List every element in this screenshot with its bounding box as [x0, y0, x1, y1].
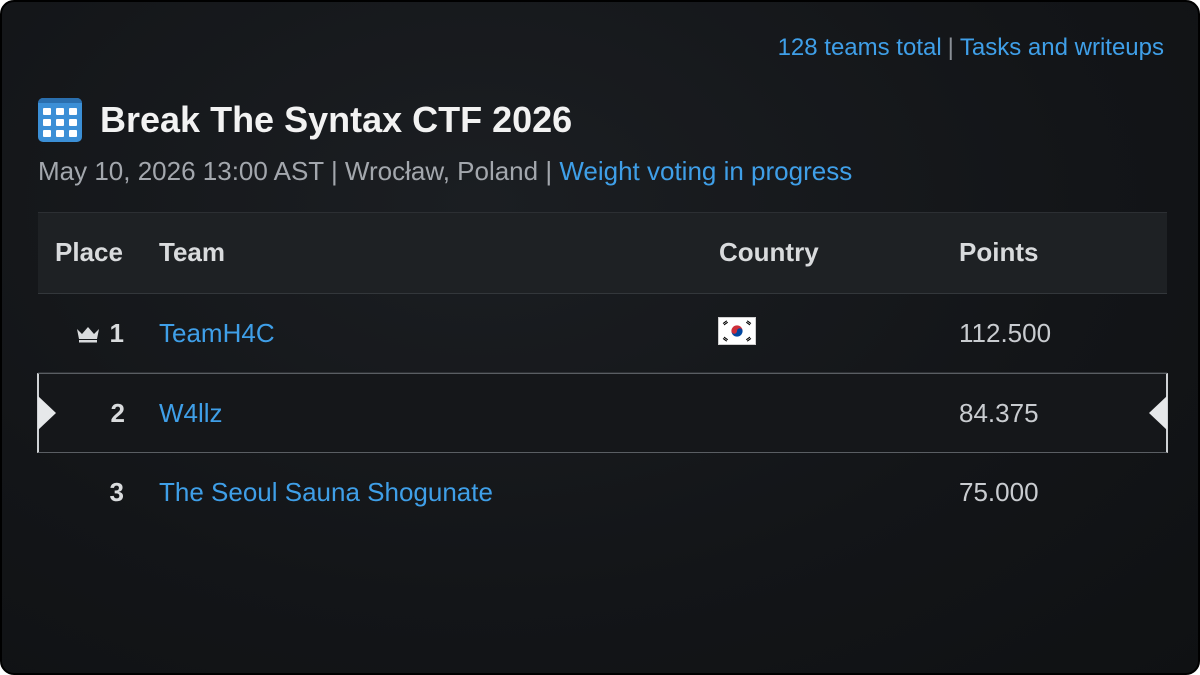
calendar-icon: [38, 98, 82, 142]
app-frame: 128 teams total | Tasks and writeups Break…: [0, 0, 1200, 675]
table-header: Place Team Country Points: [38, 212, 1167, 294]
table-row: 3 The Seoul Sauna Shogunate 75.000: [38, 453, 1167, 531]
column-header-place[interactable]: Place: [55, 237, 123, 268]
table-row: 1 TeamH4C 112.500: [38, 294, 1167, 373]
points-cell: 112.500: [959, 318, 1052, 348]
team-link[interactable]: W4llz: [159, 398, 223, 428]
place-cell: 3: [109, 477, 124, 507]
points-cell: 84.375: [959, 398, 1039, 428]
team-cell: TeamH4C: [159, 318, 275, 349]
south-korea-flag-icon: [718, 317, 756, 345]
event-title-row: Break The Syntax CTF 2026: [38, 98, 572, 142]
teams-total-link[interactable]: 128 teams total: [778, 34, 942, 61]
team-link[interactable]: TeamH4C: [159, 318, 275, 348]
event-date-location: May 10, 2026 13:00 AST | Wrocław, Poland…: [38, 156, 553, 186]
header-links: 128 teams total | Tasks and writeups: [778, 34, 1164, 62]
row-marker-right-icon: [1149, 396, 1167, 430]
page-title: Break The Syntax CTF 2026: [100, 99, 573, 140]
points-cell: 75.000: [959, 477, 1039, 507]
column-header-team[interactable]: Team: [159, 237, 225, 268]
tasks-writeups-link[interactable]: Tasks and writeups: [960, 34, 1164, 61]
column-header-country[interactable]: Country: [719, 237, 819, 268]
team-cell: The Seoul Sauna Shogunate: [159, 477, 493, 508]
team-cell: W4llz: [159, 398, 223, 429]
column-header-points[interactable]: Points: [959, 237, 1038, 268]
weight-voting-link[interactable]: Weight voting in progress: [559, 156, 852, 186]
link-separator: |: [947, 34, 954, 61]
event-subtitle: May 10, 2026 13:00 AST | Wrocław, Poland…: [38, 156, 852, 187]
place-cell: 2: [110, 398, 125, 428]
team-link[interactable]: The Seoul Sauna Shogunate: [159, 477, 493, 507]
table-row-highlighted: 2 W4llz 84.375: [37, 373, 1168, 453]
scoreboard-table: Place Team Country Points 1 TeamH4C 112.…: [37, 212, 1168, 531]
place-cell: 1: [109, 318, 124, 348]
